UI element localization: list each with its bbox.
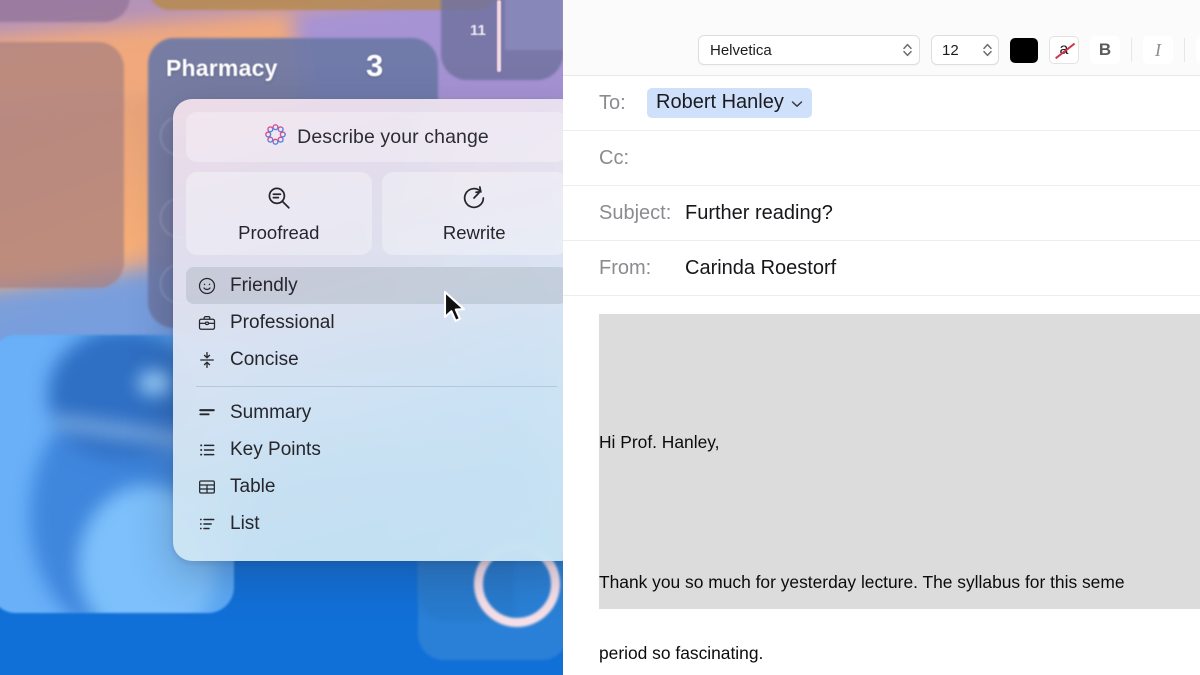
chevron-updown-icon — [982, 41, 993, 59]
proofread-label: Proofread — [238, 221, 320, 243]
body-line-blank — [599, 501, 1200, 524]
format-option-list[interactable]: List — [186, 505, 567, 542]
tone-option-friendly-label: Friendly — [230, 274, 298, 296]
text-color-swatch[interactable] — [1010, 37, 1038, 63]
calendar-event-bar — [497, 0, 501, 72]
toolbar-divider — [1184, 38, 1185, 62]
mail-body-text: Hi Prof. Hanley, Thank you so much for y… — [599, 384, 1200, 675]
calendar-day-number: 11 — [470, 22, 486, 39]
chevron-updown-icon — [902, 41, 913, 59]
rewrite-label: Rewrite — [442, 221, 506, 243]
calendar-widget-column — [505, 0, 563, 50]
widget-tile[interactable] — [0, 0, 130, 22]
format-option-key-points-label: Key Points — [230, 438, 321, 460]
font-size-value: 12 — [942, 41, 959, 59]
compress-icon — [196, 350, 218, 370]
rewrite-clock-icon — [460, 184, 488, 217]
format-option-summary-label: Summary — [230, 401, 312, 423]
tone-option-friendly[interactable]: Friendly — [186, 267, 567, 304]
subject-value: Further reading? — [685, 201, 833, 224]
mail-compose-window: Helvetica 12 B I To: Robert Hanley Cc: S… — [563, 0, 1200, 675]
from-label: From: — [599, 256, 652, 279]
format-controls: Helvetica 12 B I — [698, 35, 1200, 65]
body-line: Hi Prof. Hanley, — [599, 432, 720, 453]
screen: Pharmacy 3 11 Describe your change Proof… — [0, 0, 1200, 675]
bold-button[interactable]: B — [1090, 36, 1120, 64]
mail-header-to[interactable]: To: Robert Hanley — [563, 76, 1200, 131]
list-icon — [196, 514, 218, 534]
format-option-table[interactable]: Table — [186, 468, 567, 505]
tone-option-concise[interactable]: Concise — [186, 341, 567, 378]
primary-actions-row: Proofread Rewrite — [186, 172, 567, 255]
summary-icon — [196, 403, 218, 423]
pharmacy-widget-title: Pharmacy — [166, 55, 278, 81]
body-line: Thank you so much for yesterday lecture.… — [599, 572, 1125, 593]
table-icon — [196, 477, 218, 497]
writing-tools-popover: Describe your change Proofread Rewrite F… — [173, 99, 580, 561]
format-option-table-label: Table — [230, 475, 276, 497]
body-line: period so fascinating. — [599, 642, 764, 663]
briefcase-icon — [196, 313, 218, 333]
recipient-name: Robert Hanley — [656, 91, 784, 113]
describe-your-change-field[interactable]: Describe your change — [186, 112, 567, 162]
cat-eye — [138, 371, 172, 395]
key-points-icon — [196, 440, 218, 460]
format-option-summary[interactable]: Summary — [186, 394, 567, 431]
menu-divider — [196, 386, 557, 387]
subject-label: Subject: — [599, 201, 672, 224]
mail-header-from[interactable]: From: Carinda Roestorf — [563, 241, 1200, 296]
toolbar-divider — [1131, 38, 1132, 62]
font-family-value: Helvetica — [710, 41, 772, 59]
italic-button[interactable]: I — [1143, 36, 1173, 64]
magnifier-lines-icon — [265, 184, 293, 217]
font-size-select[interactable]: 12 — [931, 35, 999, 65]
pharmacy-widget-count: 3 — [366, 48, 384, 83]
describe-your-change-label: Describe your change — [297, 125, 489, 148]
apple-intelligence-icon — [264, 123, 287, 151]
mail-body-editor[interactable]: Hi Prof. Hanley, Thank you so much for y… — [563, 296, 1200, 675]
rewrite-button[interactable]: Rewrite — [381, 172, 567, 255]
smiley-face-icon — [196, 276, 218, 296]
recipient-token-robert-hanley[interactable]: Robert Hanley — [647, 88, 812, 118]
format-option-key-points[interactable]: Key Points — [186, 431, 567, 468]
widget-tile[interactable] — [0, 42, 124, 288]
underline-button[interactable]: U — [1196, 36, 1200, 64]
proofread-button[interactable]: Proofread — [186, 172, 372, 255]
mail-header-cc[interactable]: Cc: — [563, 131, 1200, 186]
tone-option-concise-label: Concise — [230, 348, 299, 370]
mail-format-toolbar: Helvetica 12 B I — [563, 0, 1200, 76]
cc-label: Cc: — [599, 146, 629, 169]
strikethrough-button[interactable]: a — [1049, 36, 1079, 64]
tone-option-professional-label: Professional — [230, 311, 335, 333]
format-option-list-label: List — [230, 512, 260, 534]
writing-tools-options: Friendly Professional Concise Summary Ke… — [186, 267, 567, 542]
tone-option-professional[interactable]: Professional — [186, 304, 567, 341]
font-family-select[interactable]: Helvetica — [698, 35, 920, 65]
mail-header-subject[interactable]: Subject: Further reading? — [563, 186, 1200, 241]
from-value: Carinda Roestorf — [685, 256, 837, 279]
to-label: To: — [599, 91, 626, 114]
chevron-down-icon[interactable] — [791, 91, 803, 114]
